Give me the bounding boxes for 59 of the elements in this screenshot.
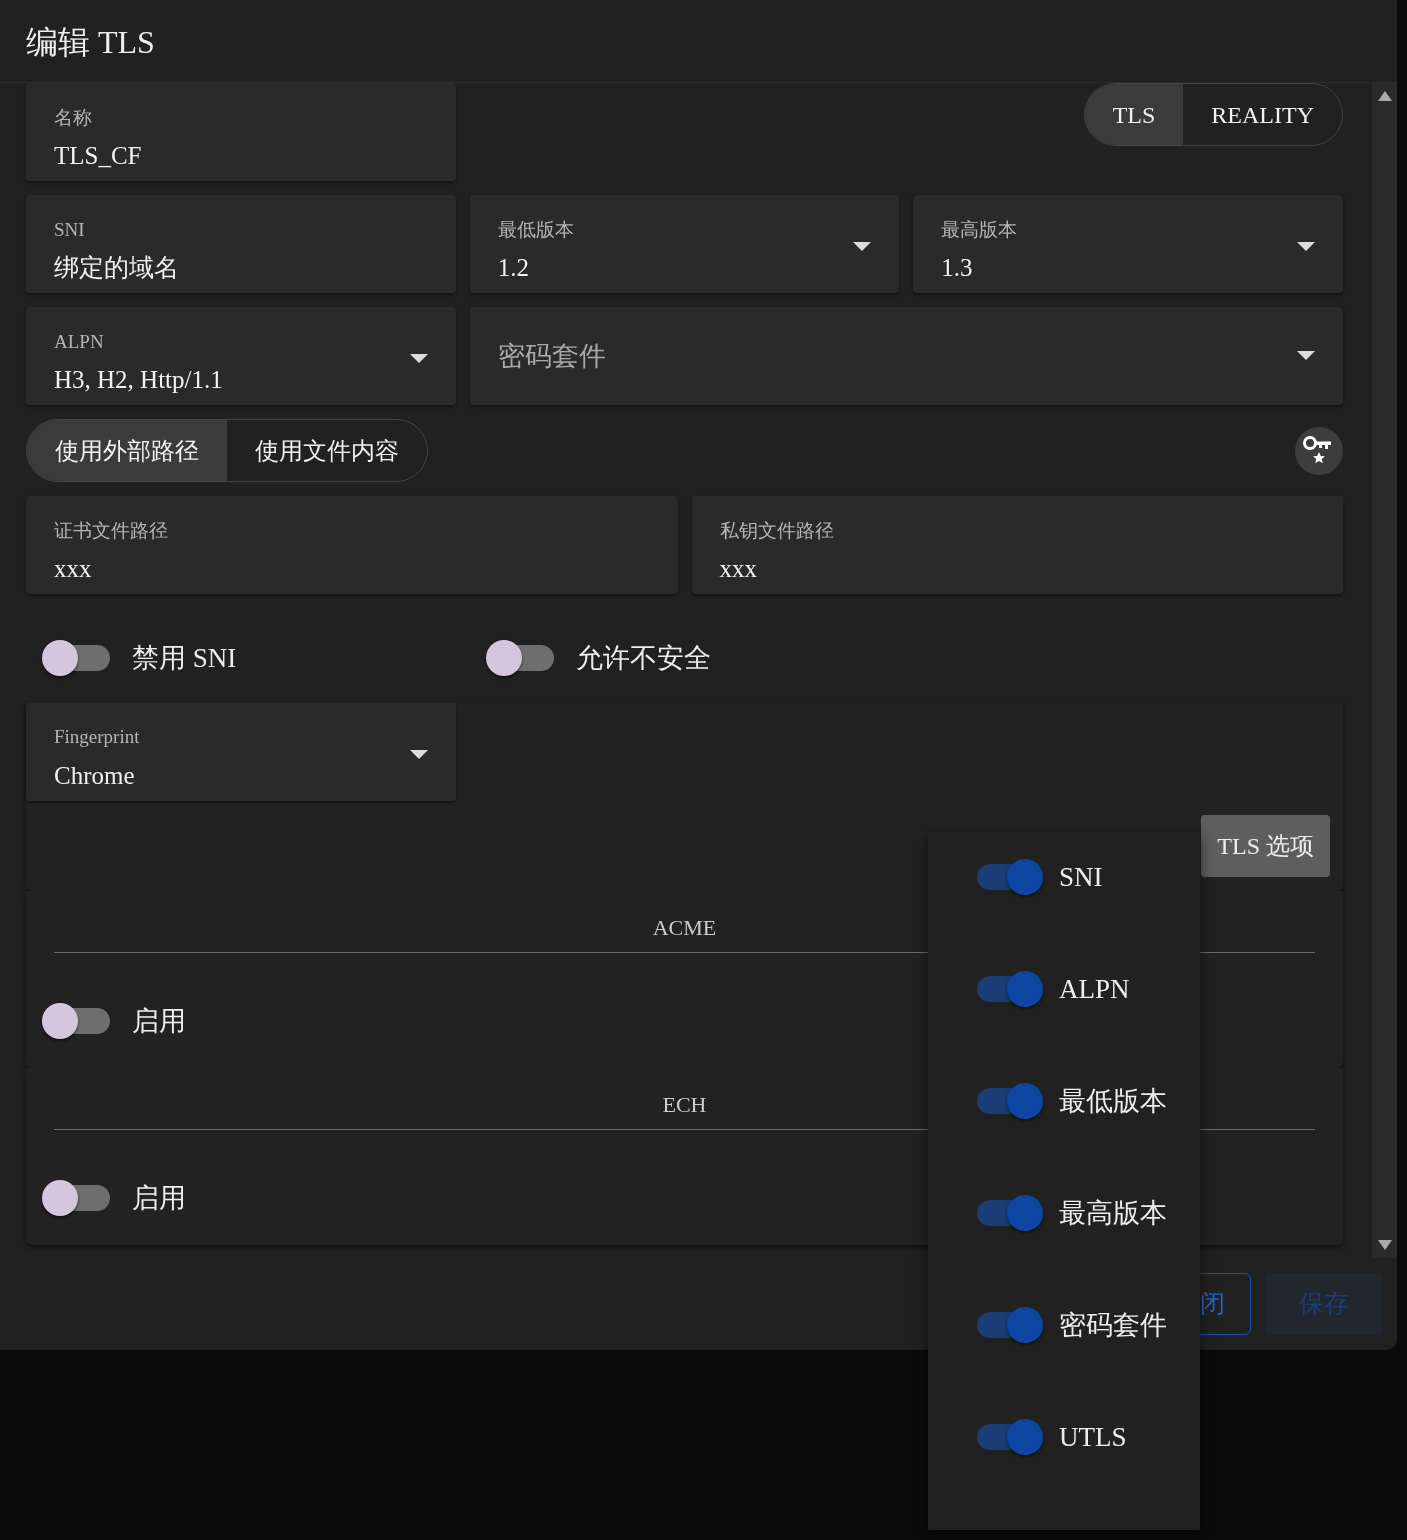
toggle-switch[interactable] (975, 1305, 1043, 1345)
switch-label: 允许不安全 (576, 642, 711, 675)
tab[interactable]: TLS (1084, 84, 1184, 145)
field-label: 私钥文件路径 (719, 519, 834, 543)
select-field[interactable]: ALPN H3, H2, Http/1.1 (26, 307, 456, 405)
menu-item-label: 最高版本 (1059, 1196, 1167, 1230)
dropdown-caret-icon (1297, 242, 1315, 252)
input-field[interactable]: SNI 绑定的域名 (26, 195, 456, 293)
field-label: 密码套件 (497, 340, 606, 371)
key-button[interactable] (1295, 426, 1343, 475)
field-label: Fingerprint (54, 726, 140, 749)
input-field[interactable]: 证书文件路径 xxx (26, 496, 678, 594)
toggle-switch[interactable] (975, 857, 1043, 897)
field-value: 1.3 (941, 253, 974, 284)
menu-item-label: SNI (1059, 860, 1103, 894)
tab[interactable]: 使用外部路径 (27, 420, 227, 481)
select-field[interactable]: 密码套件 (469, 307, 1343, 405)
field-label: SNI (54, 218, 86, 242)
field-label: 最高版本 (941, 218, 1018, 242)
input-field[interactable]: 私钥文件路径 xxx (691, 496, 1343, 594)
field-label: ALPN (54, 330, 105, 354)
options-button[interactable]: TLS 选项 (1201, 814, 1330, 877)
select-field[interactable]: Fingerprint Chrome (26, 702, 456, 801)
dialog-title: 编辑 TLS (26, 24, 155, 60)
field-value: xxx (54, 554, 93, 585)
scroll-down-icon[interactable] (1377, 1240, 1392, 1250)
toggle-switch[interactable] (975, 969, 1043, 1009)
section-title: ECH (662, 1091, 707, 1117)
toggle-switch[interactable] (975, 1081, 1043, 1121)
menu-item-label: 密码套件 (1059, 1308, 1167, 1342)
input-field[interactable]: 名称 TLS_CF (26, 83, 456, 181)
field-value: xxx (719, 554, 758, 585)
field-label: 名称 (54, 106, 93, 130)
select-field[interactable]: 最高版本 1.3 (913, 195, 1343, 293)
select-field[interactable]: 最低版本 1.2 (469, 195, 900, 293)
menu-item-label: ALPN (1059, 972, 1130, 1006)
toggle-switch[interactable] (975, 1193, 1043, 1233)
switch-label: 启用 (132, 1004, 186, 1038)
field-value: 绑定的域名 (54, 253, 179, 284)
field-label: 证书文件路径 (54, 519, 168, 543)
field-value: 1.2 (497, 253, 530, 284)
scroll-up-icon[interactable] (1377, 91, 1392, 101)
switch-label: 禁用 SNI (132, 642, 237, 675)
toggle-switch[interactable] (975, 1417, 1043, 1457)
dropdown-caret-icon (409, 354, 428, 364)
switch-label: 启用 (132, 1181, 186, 1215)
field-label: 最低版本 (497, 218, 574, 242)
tab[interactable]: REALITY (1183, 84, 1342, 145)
menu-item-label: 最低版本 (1059, 1084, 1167, 1118)
field-value: TLS_CF (54, 141, 142, 172)
scrollbar[interactable] (1372, 83, 1397, 1258)
dropdown-caret-icon (853, 242, 872, 252)
field-value: Chrome (54, 760, 136, 791)
dropdown-caret-icon (1297, 351, 1315, 361)
tab[interactable]: 使用文件内容 (227, 420, 427, 481)
menu-item-label: UTLS (1059, 1420, 1127, 1454)
section-title: ACME (652, 914, 717, 940)
dropdown-caret-icon (410, 749, 428, 760)
field-value: H3, H2, Http/1.1 (54, 365, 223, 396)
